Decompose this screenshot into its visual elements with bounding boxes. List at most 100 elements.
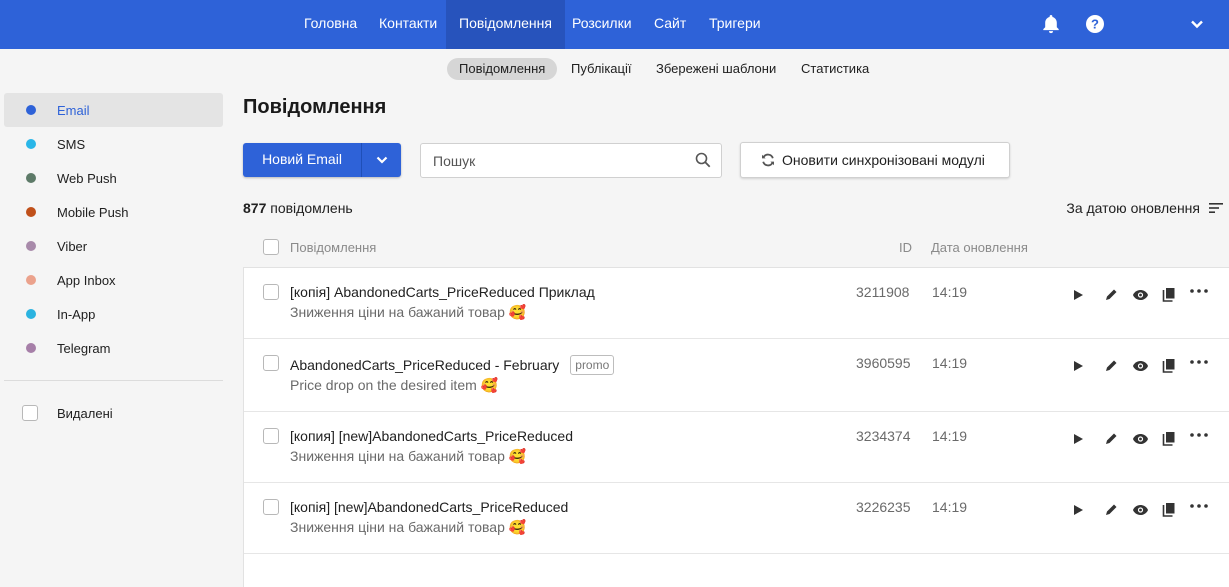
more-icon[interactable]: [1190, 497, 1208, 515]
row-checkbox[interactable]: [263, 499, 279, 515]
nav-item-campaigns[interactable]: Розсилки: [559, 0, 645, 49]
sidebar-item-telegram[interactable]: Telegram: [4, 331, 223, 365]
play-icon[interactable]: [1069, 501, 1087, 519]
message-id: 3226235: [856, 499, 911, 515]
deleted-filter[interactable]: Видалені: [4, 396, 223, 430]
new-email-dropdown-toggle[interactable]: [362, 143, 401, 177]
nav-item-home[interactable]: Головна: [291, 0, 370, 49]
sidebar-item-viber[interactable]: Viber: [4, 229, 223, 263]
message-date: 14:19: [932, 428, 968, 444]
svg-text:?: ?: [1091, 17, 1099, 32]
sidebar-item-mobile-push[interactable]: Mobile Push: [4, 195, 223, 229]
message-count-number: 877: [243, 200, 267, 216]
deleted-label: Видалені: [57, 405, 113, 421]
channel-dot: [26, 105, 36, 115]
column-header-message[interactable]: Повідомлення: [290, 240, 376, 255]
table-row[interactable]: [копия] [new]AbandonedCarts_PriceReduced…: [244, 412, 1229, 483]
play-icon[interactable]: [1069, 430, 1087, 448]
select-all-checkbox[interactable]: [263, 239, 279, 255]
channel-dot: [26, 139, 36, 149]
deleted-checkbox[interactable]: [22, 405, 38, 421]
message-tag: promo: [570, 355, 615, 375]
pencil-icon[interactable]: [1102, 357, 1120, 375]
column-header-id[interactable]: ID: [899, 240, 912, 255]
message-subject: Зниження ціни на бажаний товар 🥰: [290, 448, 527, 464]
sidebar-item-app-inbox[interactable]: App Inbox: [4, 263, 223, 297]
channel-dot: [26, 207, 36, 217]
message-date: 14:19: [932, 499, 968, 515]
play-icon[interactable]: [1069, 286, 1087, 304]
page-title: Повідомлення: [243, 96, 387, 118]
sidebar-item-email[interactable]: Email: [4, 93, 223, 127]
new-email-button[interactable]: Новий Email: [243, 143, 362, 177]
sidebar-item-web-push[interactable]: Web Push: [4, 161, 223, 195]
message-title[interactable]: AbandonedCarts_PriceReduced - February pr…: [290, 355, 615, 375]
more-icon[interactable]: [1190, 353, 1208, 371]
subnav-statistics[interactable]: Статистика: [789, 58, 881, 80]
column-header-date[interactable]: Дата оновлення: [931, 240, 1028, 255]
eye-icon[interactable]: [1131, 357, 1149, 375]
message-title[interactable]: [копія] AbandonedCarts_PriceReduced Прик…: [290, 284, 595, 300]
channel-dot: [26, 275, 36, 285]
sidebar-item-sms[interactable]: SMS: [4, 127, 223, 161]
message-count: 877 повідомлень: [243, 200, 353, 216]
eye-icon[interactable]: [1131, 430, 1149, 448]
sidebar-item-label: Web Push: [57, 170, 117, 186]
message-title-text: [копія] [new]AbandonedCarts_PriceReduced: [290, 499, 569, 515]
copy-icon[interactable]: [1160, 286, 1178, 304]
sort-control[interactable]: За датою оновлення: [1066, 200, 1223, 216]
channel-dot: [26, 241, 36, 251]
copy-icon[interactable]: [1160, 501, 1178, 519]
sync-modules-button[interactable]: Оновити синхронізовані модулі: [740, 142, 1010, 178]
sidebar-item-in-app[interactable]: In-App: [4, 297, 223, 331]
search-box: [420, 143, 722, 178]
row-checkbox[interactable]: [263, 355, 279, 371]
row-checkbox[interactable]: [263, 284, 279, 300]
eye-icon[interactable]: [1131, 286, 1149, 304]
message-title-text: AbandonedCarts_PriceReduced - February: [290, 357, 560, 373]
message-title[interactable]: [копія] [new]AbandonedCarts_PriceReduced: [290, 499, 568, 515]
table-row[interactable]: AbandonedCarts_PriceReduced - February pr…: [244, 339, 1229, 412]
message-title-text: [копия] [new]AbandonedCarts_PriceReduced: [290, 428, 573, 444]
sidebar-item-label: In-App: [57, 306, 96, 322]
pencil-icon[interactable]: [1102, 430, 1120, 448]
sidebar-item-label: Telegram: [57, 340, 111, 356]
sidebar: Email SMS Web Push Mobile Push Viber App…: [0, 87, 228, 574]
copy-icon[interactable]: [1160, 430, 1178, 448]
nav-item-contacts[interactable]: Контакти: [366, 0, 450, 49]
nav-item-site[interactable]: Сайт: [641, 0, 699, 49]
nav-item-messages[interactable]: Повідомлення: [446, 0, 565, 49]
message-title[interactable]: [копия] [new]AbandonedCarts_PriceReduced: [290, 428, 573, 444]
subnav-saved-templates[interactable]: Збережені шаблони: [644, 58, 788, 80]
message-id: 3234374: [856, 428, 911, 444]
play-icon[interactable]: [1069, 357, 1087, 375]
sidebar-item-label: Email: [57, 102, 90, 118]
sort-icon: [1209, 203, 1223, 213]
pencil-icon[interactable]: [1102, 501, 1120, 519]
channel-dot: [26, 309, 36, 319]
bell-icon[interactable]: [1039, 12, 1063, 36]
search-icon[interactable]: [695, 152, 711, 168]
row-checkbox[interactable]: [263, 428, 279, 444]
chevron-down-icon[interactable]: [1185, 12, 1209, 36]
message-list: [копія] AbandonedCarts_PriceReduced Прик…: [243, 267, 1229, 587]
sidebar-item-label: Mobile Push: [57, 204, 129, 220]
help-icon[interactable]: ?: [1083, 12, 1107, 36]
top-navigation: Головна Контакти Повідомлення Розсилки С…: [0, 0, 1229, 49]
table-row[interactable]: [копія] [new]AbandonedCarts_PriceReduced…: [244, 483, 1229, 554]
message-count-label: повідомлень: [270, 200, 353, 216]
message-id: 3211908: [856, 284, 910, 300]
message-subject: Зниження ціни на бажаний товар 🥰: [290, 519, 527, 535]
eye-icon[interactable]: [1131, 501, 1149, 519]
subnav-messages[interactable]: Повідомлення: [447, 58, 558, 80]
nav-item-triggers[interactable]: Тригери: [696, 0, 774, 49]
more-icon[interactable]: [1190, 282, 1208, 300]
pencil-icon[interactable]: [1102, 286, 1120, 304]
table-row[interactable]: [копія] AbandonedCarts_PriceReduced Прик…: [244, 268, 1229, 339]
sidebar-divider: [4, 380, 223, 381]
copy-icon[interactable]: [1160, 357, 1178, 375]
more-icon[interactable]: [1190, 426, 1208, 444]
search-input[interactable]: [421, 144, 686, 177]
subnav-publications[interactable]: Публікації: [559, 58, 643, 80]
message-subject: Price drop on the desired item 🥰: [290, 377, 499, 393]
